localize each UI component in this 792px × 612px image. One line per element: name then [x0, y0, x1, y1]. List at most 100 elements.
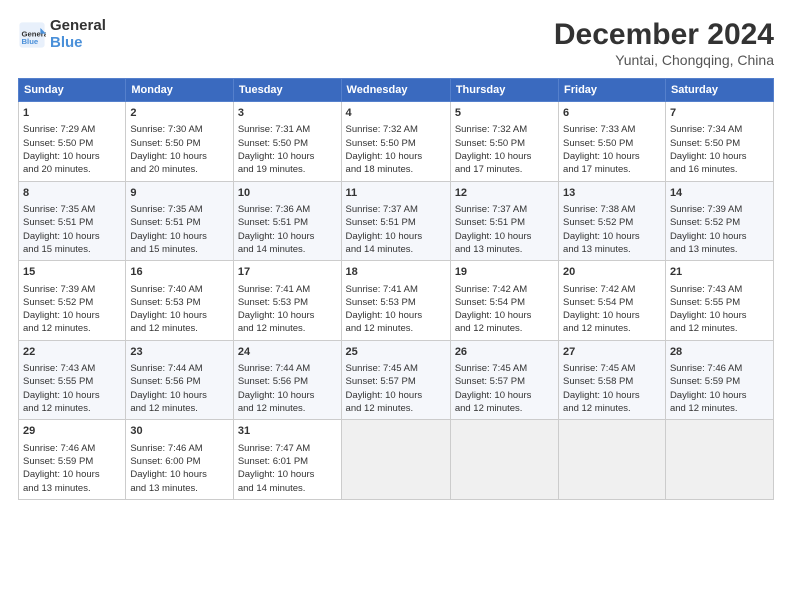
- calendar-cell: 16Sunrise: 7:40 AMSunset: 5:53 PMDayligh…: [126, 261, 234, 341]
- daylight-label: Daylight: 10 hoursand 12 minutes.: [670, 310, 747, 334]
- calendar-cell: 17 Sunrise: 7:41 AM Sunset: 5:53 PM Dayligh…: [233, 261, 341, 341]
- title-block: December 2024 Yuntai, Chongqing, China: [554, 18, 774, 68]
- col-saturday: Saturday: [665, 79, 773, 102]
- day-number: 24: [238, 345, 337, 360]
- sunset-label: Sunset: 5:50 PM: [130, 138, 200, 149]
- daylight-label: Daylight: 10 hoursand 13 minutes.: [455, 231, 532, 255]
- sunrise-label: Sunrise: 7:35 AM: [23, 204, 95, 215]
- day-number: 15: [23, 265, 121, 280]
- sunrise-label: Sunrise: 7:42 AM: [563, 284, 635, 295]
- main-title: December 2024: [554, 18, 774, 52]
- daylight-label: Daylight: 10 hoursand 12 minutes.: [346, 390, 423, 414]
- sunset-label: Sunset: 5:51 PM: [23, 217, 93, 228]
- calendar-cell: 15Sunrise: 7:39 AMSunset: 5:52 PMDayligh…: [19, 261, 126, 341]
- calendar-cell: 28Sunrise: 7:46 AMSunset: 5:59 PMDayligh…: [665, 340, 773, 420]
- calendar-cell: 4Sunrise: 7:32 AMSunset: 5:50 PMDaylight…: [341, 102, 450, 182]
- day-number: 25: [346, 345, 446, 360]
- sunrise-label: Sunrise: 7:43 AM: [670, 284, 742, 295]
- daylight-label: Daylight: 10 hoursand 12 minutes.: [238, 310, 315, 334]
- calendar-row: 29Sunrise: 7:46 AMSunset: 5:59 PMDayligh…: [19, 420, 774, 500]
- sunset-label: Sunset: 5:51 PM: [130, 217, 200, 228]
- day-number: 3: [238, 106, 337, 121]
- col-monday: Monday: [126, 79, 234, 102]
- sunset-label: Sunset: 5:51 PM: [238, 217, 308, 228]
- calendar-cell: 11Sunrise: 7:37 AMSunset: 5:51 PMDayligh…: [341, 181, 450, 261]
- calendar-row: 1Sunrise: 7:29 AMSunset: 5:50 PMDaylight…: [19, 102, 774, 182]
- calendar-cell: 13Sunrise: 7:38 AMSunset: 5:52 PMDayligh…: [559, 181, 666, 261]
- sunset-label: Sunset: 5:53 PM: [346, 297, 416, 308]
- sunset-label: Sunset: 5:54 PM: [455, 297, 525, 308]
- calendar-cell: [559, 420, 666, 500]
- sunrise-label: Sunrise: 7:32 AM: [455, 124, 527, 135]
- day-number: 2: [130, 106, 229, 121]
- sunset-label: Sunset: 5:50 PM: [23, 138, 93, 149]
- daylight-label: Daylight: 10 hoursand 12 minutes.: [130, 310, 207, 334]
- sunrise-label: Sunrise: 7:45 AM: [346, 363, 418, 374]
- sunrise-label: Sunrise: 7:31 AM: [238, 124, 310, 135]
- calendar-cell: 6Sunrise: 7:33 AMSunset: 5:50 PMDaylight…: [559, 102, 666, 182]
- calendar-cell: 7Sunrise: 7:34 AMSunset: 5:50 PMDaylight…: [665, 102, 773, 182]
- calendar-cell: [450, 420, 558, 500]
- sunrise-label: Sunrise: 7:39 AM: [23, 284, 95, 295]
- daylight-label: Daylight: 10 hoursand 12 minutes.: [455, 390, 532, 414]
- sunrise-label: Sunrise: 7:45 AM: [563, 363, 635, 374]
- calendar-row: 22Sunrise: 7:43 AMSunset: 5:55 PMDayligh…: [19, 340, 774, 420]
- sunset-label: Sunset: 5:50 PM: [238, 138, 308, 149]
- sunset-label: Sunset: 5:53 PM: [238, 297, 308, 308]
- sunset-label: Sunset: 5:55 PM: [670, 297, 740, 308]
- calendar-cell: 5Sunrise: 7:32 AMSunset: 5:50 PMDaylight…: [450, 102, 558, 182]
- calendar-cell: 19Sunrise: 7:42 AMSunset: 5:54 PMDayligh…: [450, 261, 558, 341]
- daylight-label: Daylight: 10 hoursand 19 minutes.: [238, 151, 315, 175]
- daylight-label: Daylight: 10 hoursand 15 minutes.: [130, 231, 207, 255]
- sunrise-label: Sunrise: 7:35 AM: [130, 204, 202, 215]
- subtitle: Yuntai, Chongqing, China: [554, 52, 774, 68]
- calendar-cell: [341, 420, 450, 500]
- day-number: 5: [455, 106, 554, 121]
- day-number: 21: [670, 265, 769, 280]
- daylight-label: Daylight: 10 hoursand 13 minutes.: [670, 231, 747, 255]
- day-number: 11: [346, 186, 446, 201]
- sunset-label: Sunset: 5:56 PM: [130, 376, 200, 387]
- calendar-cell: 31Sunrise: 7:47 AMSunset: 6:01 PMDayligh…: [233, 420, 341, 500]
- sunrise-label: Sunrise: 7:46 AM: [130, 443, 202, 454]
- daylight-label: Daylight: 10 hoursand 20 minutes.: [23, 151, 100, 175]
- sunrise-label: Sunrise: 7:37 AM: [455, 204, 527, 215]
- sunrise-label: Sunrise: 7:41 AM: [238, 284, 310, 295]
- sunrise-label: Sunrise: 7:46 AM: [23, 443, 95, 454]
- day-number: 12: [455, 186, 554, 201]
- sunrise-label: Sunrise: 7:42 AM: [455, 284, 527, 295]
- day-number: 7: [670, 106, 769, 121]
- calendar-row: 8Sunrise: 7:35 AMSunset: 5:51 PMDaylight…: [19, 181, 774, 261]
- day-number: 9: [130, 186, 229, 201]
- calendar-cell: [665, 420, 773, 500]
- logo: General Blue General Blue: [18, 18, 106, 51]
- col-tuesday: Tuesday: [233, 79, 341, 102]
- col-sunday: Sunday: [19, 79, 126, 102]
- sunset-label: Sunset: 5:52 PM: [563, 217, 633, 228]
- logo-icon: General Blue: [18, 21, 46, 49]
- sunrise-label: Sunrise: 7:43 AM: [23, 363, 95, 374]
- sunset-label: Sunset: 5:51 PM: [346, 217, 416, 228]
- sunrise-label: Sunrise: 7:33 AM: [563, 124, 635, 135]
- calendar-cell: 3 Sunrise: 7:31 AM Sunset: 5:50 PM Daylight…: [233, 102, 341, 182]
- sunrise-label: Sunrise: 7:38 AM: [563, 204, 635, 215]
- day-number: 26: [455, 345, 554, 360]
- daylight-label: Daylight: 10 hoursand 18 minutes.: [346, 151, 423, 175]
- calendar-cell: 29Sunrise: 7:46 AMSunset: 5:59 PMDayligh…: [19, 420, 126, 500]
- logo-text-block: General Blue: [50, 18, 106, 51]
- daylight-label: Daylight: 10 hoursand 17 minutes.: [455, 151, 532, 175]
- daylight-label: Daylight: 10 hoursand 12 minutes.: [346, 310, 423, 334]
- day-number: 17: [238, 265, 337, 280]
- sunset-label: Sunset: 5:54 PM: [563, 297, 633, 308]
- logo-blue: Blue: [50, 35, 106, 52]
- page: General Blue General Blue December 2024 …: [0, 0, 792, 612]
- daylight-label: Daylight: 10 hoursand 12 minutes.: [23, 310, 100, 334]
- daylight-label: Daylight: 10 hoursand 20 minutes.: [130, 151, 207, 175]
- daylight-label: Daylight: 10 hoursand 12 minutes.: [23, 390, 100, 414]
- day-number: 14: [670, 186, 769, 201]
- day-number: 13: [563, 186, 661, 201]
- calendar-header-row: Sunday Monday Tuesday Wednesday Thursday…: [19, 79, 774, 102]
- sunset-label: Sunset: 5:55 PM: [23, 376, 93, 387]
- daylight-label: Daylight: 10 hoursand 12 minutes.: [670, 390, 747, 414]
- sunset-label: Sunset: 5:50 PM: [670, 138, 740, 149]
